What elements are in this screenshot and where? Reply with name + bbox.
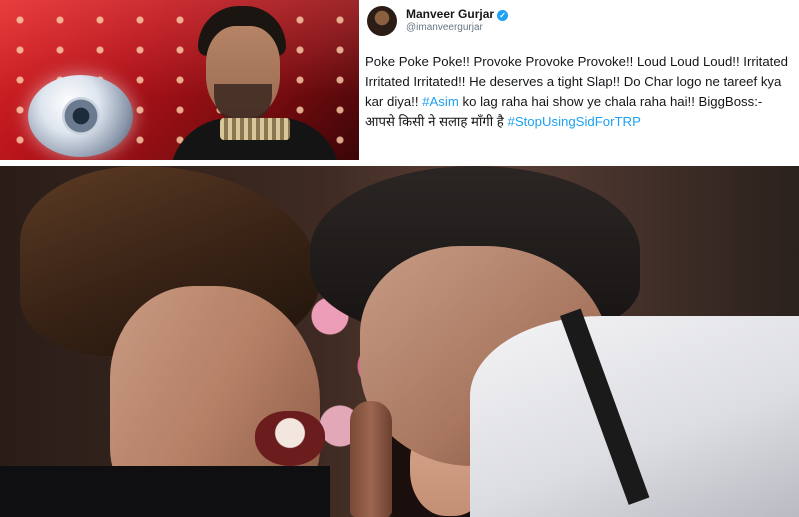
author-name-text[interactable]: Manveer Gurjar bbox=[406, 7, 494, 21]
shouting-man bbox=[0, 166, 350, 517]
hashtag-asim-link[interactable]: #Asim bbox=[422, 94, 459, 109]
raised-finger bbox=[350, 401, 392, 517]
shouting-man-shirt bbox=[0, 466, 330, 517]
tweet-text: Poke Poke Poke!! Provoke Provoke Provoke… bbox=[365, 52, 795, 132]
man-portrait bbox=[170, 6, 340, 160]
trophy-eye-globe bbox=[28, 75, 133, 157]
verified-badge-icon: ✓ bbox=[497, 10, 509, 21]
tweet-card: Manveer Gurjar ✓ @imanveergurjar Poke Pok… bbox=[359, 0, 799, 160]
hashtag-stopusingsidfortrp-link[interactable]: #StopUsingSidForTRP bbox=[507, 114, 640, 129]
profile-photo bbox=[0, 0, 359, 160]
tweet-author-name[interactable]: Manveer Gurjar ✓ bbox=[406, 7, 509, 21]
avatar[interactable] bbox=[367, 6, 397, 36]
man-collar bbox=[220, 118, 290, 140]
tweet-author-handle[interactable]: @imanveergurjar bbox=[406, 22, 483, 33]
argument-photo bbox=[0, 166, 799, 517]
eye-icon bbox=[62, 97, 100, 135]
